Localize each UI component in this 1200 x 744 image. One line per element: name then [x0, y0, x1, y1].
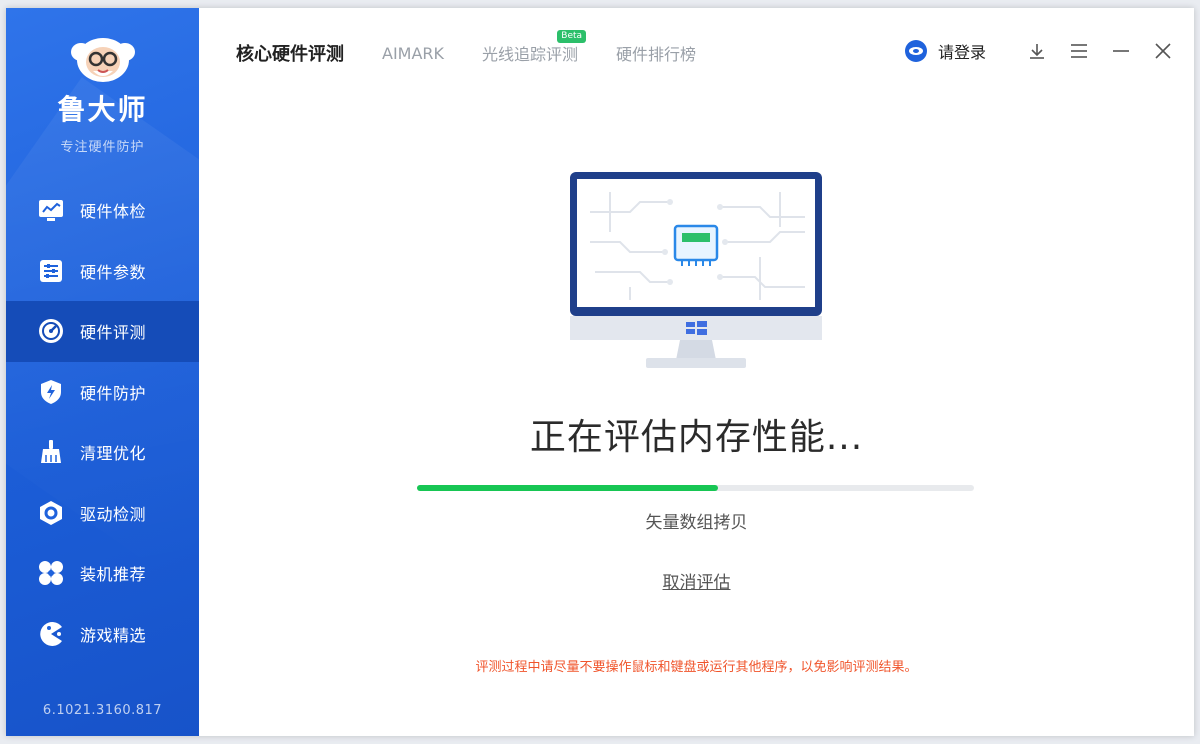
status-title: 正在评估内存性能...	[529, 417, 864, 458]
cancel-benchmark-link[interactable]: 取消评估	[663, 573, 731, 593]
sidebar-item-label: 驱动检测	[80, 504, 147, 524]
progress-fill	[417, 485, 718, 491]
hexagon-gear-icon	[38, 500, 64, 526]
clover-grid-icon	[38, 560, 64, 586]
tab-label: 硬件排行榜	[616, 45, 697, 64]
main-content: 正在评估内存性能... 矢量数组拷贝 取消评估 评测过程中请尽量不要操作鼠标和键…	[199, 96, 1194, 736]
login-label: 请登录	[937, 43, 986, 62]
login-button[interactable]: 请登录	[904, 39, 986, 63]
tab-bar: 核心硬件评测 AIMARK 光线追踪评测 Beta 硬件排行榜	[236, 30, 734, 66]
brand-slogan: 专注硬件防护	[60, 140, 145, 155]
sidebar-item-hardware-params[interactable]: 硬件参数	[6, 241, 199, 302]
app-window: 鲁大师 专注硬件防护 硬件体检 硬件参数 硬件评测 硬件防护 清理优化 驱动检测…	[6, 8, 1194, 736]
top-bar: 核心硬件评测 AIMARK 光线追踪评测 Beta 硬件排行榜 请登录	[199, 8, 1194, 96]
sidebar-item-label: 装机推荐	[80, 565, 147, 585]
tab-raytracing-benchmark[interactable]: 光线追踪评测 Beta	[482, 30, 587, 65]
gauge-icon	[38, 318, 64, 344]
sidebar: 鲁大师 专注硬件防护 硬件体检 硬件参数 硬件评测 硬件防护 清理优化 驱动检测…	[6, 8, 199, 736]
chart-monitor-icon	[38, 197, 64, 223]
cancel-benchmark: 取消评估	[199, 568, 1194, 593]
progress-bar	[417, 485, 974, 491]
sidebar-nav: 硬件体检 硬件参数 硬件评测 硬件防护 清理优化 驱动检测 装机推荐 游戏精选	[6, 180, 199, 664]
shield-bolt-icon	[38, 379, 64, 405]
list-sliders-icon	[38, 258, 64, 284]
sidebar-item-hardware-benchmark[interactable]: 硬件评测	[6, 301, 199, 362]
sidebar-item-label: 硬件防护	[80, 383, 147, 403]
tab-label: 光线追踪评测	[482, 45, 579, 64]
close-icon[interactable]	[1150, 38, 1176, 64]
tab-label: AIMARK	[382, 43, 445, 63]
tab-label: 核心硬件评测	[236, 44, 344, 65]
broom-icon	[38, 439, 64, 465]
monitor-memory-chip-icon	[570, 172, 822, 370]
progress-step-text: 矢量数组拷贝	[645, 513, 748, 533]
beta-badge: Beta	[557, 30, 587, 43]
sidebar-item-driver-check[interactable]: 驱动检测	[6, 483, 199, 544]
sidebar-item-hardware-check[interactable]: 硬件体检	[6, 180, 199, 241]
game-pacman-icon	[38, 621, 64, 647]
tab-aimark[interactable]: AIMARK	[382, 44, 444, 63]
sidebar-item-label: 硬件参数	[80, 262, 147, 282]
menu-icon[interactable]	[1066, 38, 1092, 64]
tab-core-benchmark[interactable]: 核心硬件评测	[236, 40, 344, 66]
sidebar-item-label: 硬件评测	[80, 323, 147, 343]
warning-notice: 评测过程中请尽量不要操作鼠标和键盘或运行其他程序，以免影响评测结果。	[475, 660, 918, 675]
brand: 鲁大师 专注硬件防护	[6, 26, 199, 155]
user-avatar-icon	[904, 39, 928, 63]
master-avatar-icon	[65, 26, 141, 86]
download-icon[interactable]	[1024, 38, 1050, 64]
sidebar-item-label: 硬件体检	[80, 202, 147, 222]
sidebar-item-game-picks[interactable]: 游戏精选	[6, 604, 199, 665]
sidebar-item-cleanup[interactable]: 清理优化	[6, 422, 199, 483]
tab-hardware-ranking[interactable]: 硬件排行榜	[616, 41, 696, 65]
sidebar-item-label: 清理优化	[80, 444, 147, 464]
window-actions: 请登录	[904, 38, 1176, 64]
brand-name: 鲁大师	[57, 93, 148, 126]
minimize-icon[interactable]	[1108, 38, 1134, 64]
sidebar-item-hardware-protection[interactable]: 硬件防护	[6, 362, 199, 423]
sidebar-item-build-recommend[interactable]: 装机推荐	[6, 543, 199, 604]
version-text: 6.1021.3160.817	[42, 703, 163, 718]
sidebar-item-label: 游戏精选	[80, 625, 147, 645]
